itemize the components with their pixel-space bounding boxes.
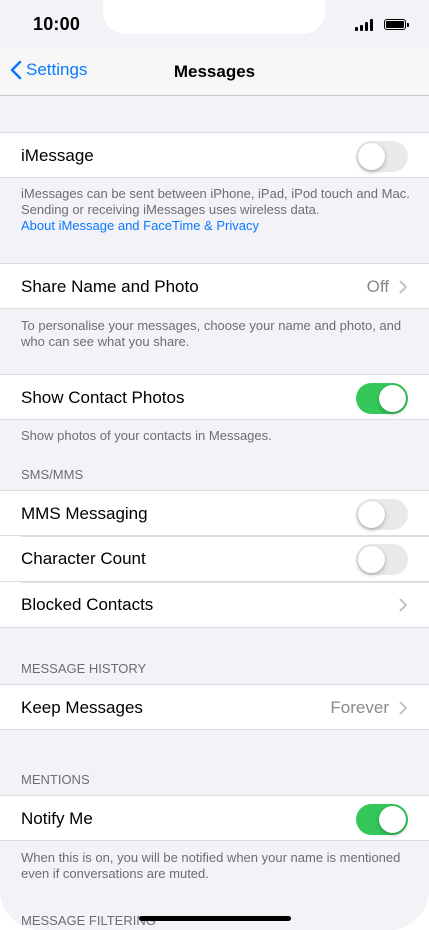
show-contact-photos-toggle[interactable] xyxy=(356,383,408,414)
sms-mms-section-header: SMS/MMS xyxy=(21,467,84,482)
imessage-label: iMessage xyxy=(21,146,94,165)
imessage-row: iMessage xyxy=(0,132,429,178)
keep-messages-value: Forever xyxy=(330,698,389,717)
share-name-photo-row[interactable]: Share Name and Photo Off xyxy=(0,263,429,309)
navigation-bar: Settings Messages xyxy=(0,48,429,96)
show-contact-photos-label: Show Contact Photos xyxy=(21,388,185,407)
notify-me-label: Notify Me xyxy=(21,809,93,828)
show-contact-photos-row: Show Contact Photos xyxy=(0,374,429,420)
settings-screen: 10:00 Settings Messages iMessage iMessag… xyxy=(0,0,429,930)
notch xyxy=(103,0,325,34)
blocked-contacts-label: Blocked Contacts xyxy=(21,595,154,614)
notify-me-toggle[interactable] xyxy=(356,804,408,835)
chevron-right-icon xyxy=(399,598,407,612)
character-count-toggle[interactable] xyxy=(356,544,408,575)
imessage-footer: iMessages can be sent between iPhone, iP… xyxy=(21,186,411,234)
status-time: 10:00 xyxy=(33,14,81,34)
character-count-row: Character Count xyxy=(0,536,429,582)
chevron-right-icon xyxy=(399,280,407,294)
share-name-photo-value: Off xyxy=(366,277,389,296)
cellular-signal-icon xyxy=(355,19,375,31)
share-name-photo-label: Share Name and Photo xyxy=(21,277,199,296)
mentions-section-header: MENTIONS xyxy=(21,772,90,787)
status-bar: 10:00 xyxy=(0,0,429,48)
battery-icon xyxy=(384,19,409,30)
imessage-privacy-link[interactable]: About iMessage and FaceTime & Privacy xyxy=(21,218,411,234)
mms-messaging-row: MMS Messaging xyxy=(0,490,429,536)
notify-me-row: Notify Me xyxy=(0,795,429,841)
page-title: Messages xyxy=(173,62,256,81)
imessage-toggle[interactable] xyxy=(356,141,408,172)
chevron-right-icon xyxy=(399,701,407,715)
character-count-label: Character Count xyxy=(21,549,146,568)
show-contact-photos-footer: Show photos of your contacts in Messages… xyxy=(21,428,272,443)
home-indicator xyxy=(139,916,291,921)
blocked-contacts-row[interactable]: Blocked Contacts xyxy=(0,582,429,628)
imessage-footer-text: iMessages can be sent between iPhone, iP… xyxy=(21,186,410,217)
keep-messages-row[interactable]: Keep Messages Forever xyxy=(0,684,429,730)
mms-messaging-label: MMS Messaging xyxy=(21,504,148,523)
mms-messaging-toggle[interactable] xyxy=(356,499,408,530)
message-history-section-header: MESSAGE HISTORY xyxy=(21,661,147,676)
mentions-footer: When this is on, you will be notified wh… xyxy=(21,850,401,881)
share-name-photo-footer: To personalise your messages, choose you… xyxy=(21,318,402,349)
keep-messages-label: Keep Messages xyxy=(21,698,143,717)
message-filtering-section-header: MESSAGE FILTERING xyxy=(21,913,156,928)
